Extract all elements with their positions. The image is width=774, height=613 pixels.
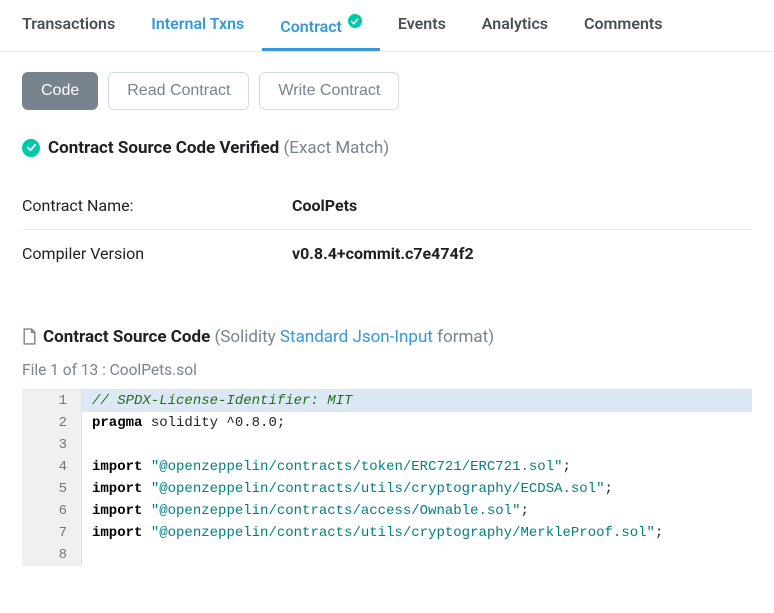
source-lang-prefix: (Solidity bbox=[215, 327, 280, 347]
source-code-label: Contract Source Code bbox=[43, 327, 210, 347]
line-number: 1 bbox=[22, 390, 82, 412]
contract-subtabs: Code Read Contract Write Contract bbox=[22, 72, 752, 110]
file-icon bbox=[22, 328, 37, 345]
verified-label: Contract Source Code Verified bbox=[48, 138, 279, 158]
main-tabs: Transactions Internal Txns Contract Even… bbox=[0, 0, 774, 52]
file-label: File 1 of 13 : CoolPets.sol bbox=[22, 361, 752, 379]
compiler-version-value: v0.8.4+commit.c7e474f2 bbox=[292, 244, 474, 263]
check-icon bbox=[22, 139, 40, 157]
line-number: 5 bbox=[22, 478, 82, 500]
verified-status: Contract Source Code Verified (Exact Mat… bbox=[22, 138, 752, 158]
tab-comments[interactable]: Comments bbox=[566, 0, 680, 51]
input-format-link[interactable]: Standard Json-Input bbox=[280, 327, 433, 347]
subtab-read-contract[interactable]: Read Contract bbox=[108, 72, 249, 110]
source-lang-suffix: format) bbox=[433, 327, 494, 347]
contract-name-value: CoolPets bbox=[292, 196, 357, 215]
code-line: 8 bbox=[22, 544, 752, 566]
tab-internal-txns[interactable]: Internal Txns bbox=[133, 0, 262, 51]
line-number: 2 bbox=[22, 412, 82, 434]
code-line: 1 // SPDX-License-Identifier: MIT bbox=[22, 390, 752, 412]
verified-badge-icon bbox=[348, 14, 362, 28]
code-line: 6 import "@openzeppelin/contracts/access… bbox=[22, 500, 752, 522]
info-row-name: Contract Name: CoolPets bbox=[22, 182, 752, 229]
info-row-compiler: Compiler Version v0.8.4+commit.c7e474f2 bbox=[22, 229, 752, 277]
code-line: 7 import "@openzeppelin/contracts/utils/… bbox=[22, 522, 752, 544]
tab-contract-label: Contract bbox=[280, 17, 342, 36]
code-viewer[interactable]: 1 // SPDX-License-Identifier: MIT 2 prag… bbox=[22, 389, 752, 566]
tab-transactions[interactable]: Transactions bbox=[4, 0, 133, 51]
line-number: 8 bbox=[22, 544, 82, 566]
subtab-code[interactable]: Code bbox=[22, 72, 98, 110]
line-number: 7 bbox=[22, 522, 82, 544]
line-number: 6 bbox=[22, 500, 82, 522]
source-code-header: Contract Source Code (Solidity Standard … bbox=[22, 327, 752, 347]
line-number: 4 bbox=[22, 456, 82, 478]
code-line: 5 import "@openzeppelin/contracts/utils/… bbox=[22, 478, 752, 500]
code-line: 4 import "@openzeppelin/contracts/token/… bbox=[22, 456, 752, 478]
tab-contract[interactable]: Contract bbox=[262, 0, 380, 51]
verified-match: (Exact Match) bbox=[283, 138, 389, 158]
subtab-write-contract[interactable]: Write Contract bbox=[259, 72, 399, 110]
code-line: 2 pragma solidity ^0.8.0; bbox=[22, 412, 752, 434]
tab-analytics[interactable]: Analytics bbox=[464, 0, 566, 51]
tab-events[interactable]: Events bbox=[380, 0, 464, 51]
content-area: Code Read Contract Write Contract Contra… bbox=[0, 52, 774, 586]
compiler-version-label: Compiler Version bbox=[22, 244, 292, 263]
contract-name-label: Contract Name: bbox=[22, 196, 292, 215]
code-line: 3 bbox=[22, 434, 752, 456]
line-number: 3 bbox=[22, 434, 82, 456]
